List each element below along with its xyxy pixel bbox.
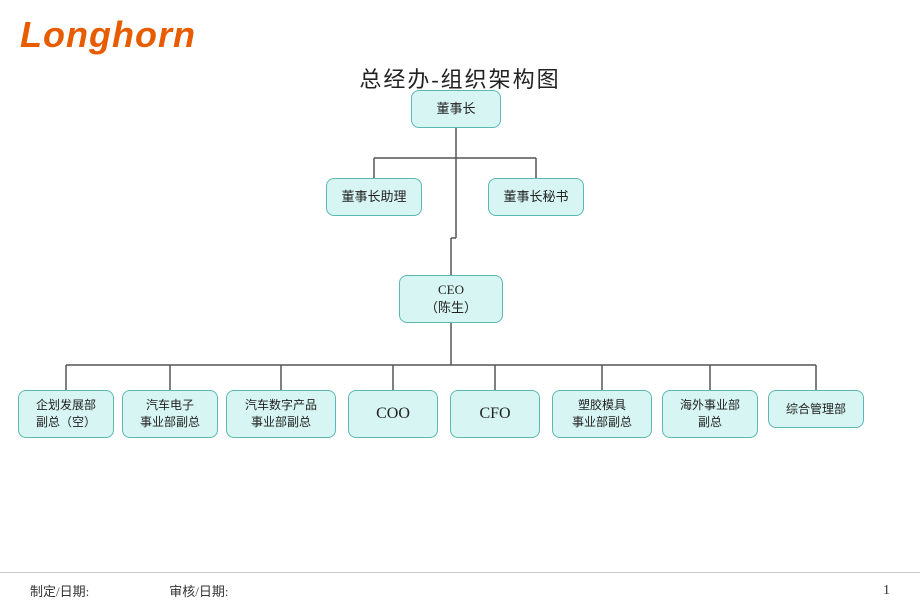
node-dept2: 汽车电子 事业部副总 [122, 390, 218, 438]
node-chairman: 董事长 [411, 90, 501, 128]
header: Longhorn [0, 0, 920, 56]
node-dept8: 综合管理部 [768, 390, 864, 428]
node-cfo: CFO [450, 390, 540, 438]
node-ceo: CEO （陈生） [399, 275, 503, 323]
logo: Longhorn [20, 14, 196, 55]
page-number: 1 [883, 583, 890, 599]
approved-label: 审核/日期: [169, 581, 228, 600]
node-assistant: 董事长助理 [326, 178, 422, 216]
node-dept3: 汽车数字产品 事业部副总 [226, 390, 336, 438]
node-dept1: 企划发展部 副总（空） [18, 390, 114, 438]
created-label: 制定/日期: [30, 581, 89, 600]
org-lines [0, 80, 920, 600]
node-coo: COO [348, 390, 438, 438]
node-secretary: 董事长秘书 [488, 178, 584, 216]
node-dept7: 海外事业部 副总 [662, 390, 758, 438]
node-dept6: 塑胶模具 事业部副总 [552, 390, 652, 438]
footer: 制定/日期: 审核/日期: 1 [0, 572, 920, 600]
